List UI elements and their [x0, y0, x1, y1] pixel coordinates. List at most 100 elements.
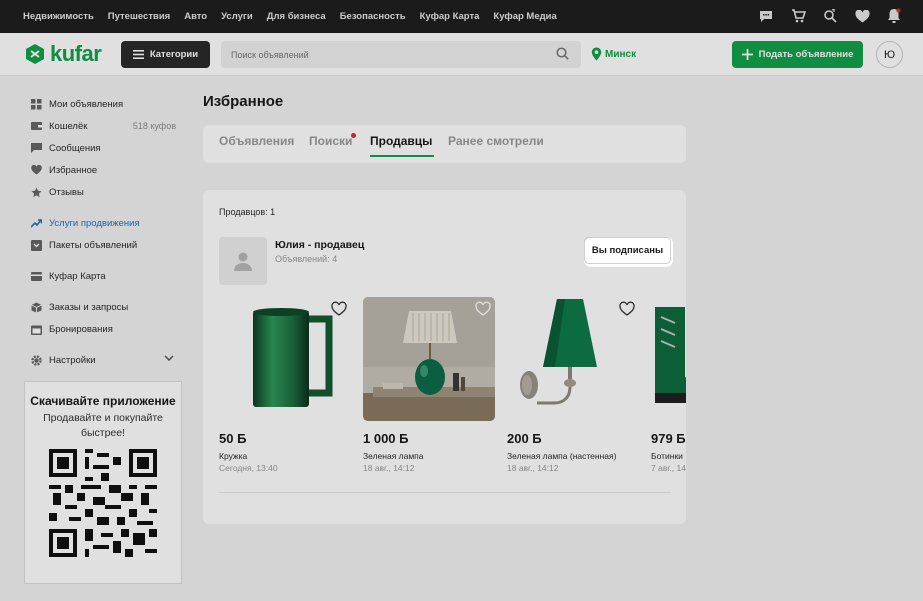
calendar-icon: [31, 324, 42, 335]
sidebar-item-label: Куфар Карта: [49, 270, 106, 282]
seller-items: 50 Б Кружка Сегодня, 13:40 1 000 Б Зелен…: [219, 297, 686, 487]
seller-avatar[interactable]: [219, 237, 267, 285]
qr-code: [49, 449, 157, 557]
logo-text: kufar: [50, 41, 102, 66]
sidebar: Мои объявления Кошелёк 518 куфов Сообщен…: [24, 93, 182, 371]
sidebar-item-ad-packages[interactable]: Пакеты объявлений: [24, 234, 182, 256]
sidebar-item-wallet[interactable]: Кошелёк 518 куфов: [24, 115, 182, 137]
favorite-heart-icon[interactable]: [475, 301, 491, 317]
item-title[interactable]: Ботинки: [651, 451, 686, 461]
search-input[interactable]: [221, 41, 581, 68]
seller-name[interactable]: Юлия - продавец: [275, 239, 364, 251]
top-nav-item[interactable]: Для бизнеса: [267, 11, 326, 22]
item-title[interactable]: Кружка: [219, 451, 351, 461]
compare-icon[interactable]: [821, 7, 839, 25]
list-item[interactable]: 1 000 Б Зеленая лампа 18 авг., 14:12: [363, 297, 495, 473]
tab-ads[interactable]: Объявления: [219, 134, 294, 148]
item-date: Сегодня, 13:40: [219, 463, 278, 473]
item-image[interactable]: [507, 297, 639, 421]
top-nav-item[interactable]: Авто: [184, 11, 207, 22]
wallet-balance: 518 куфов: [132, 121, 176, 131]
sidebar-item-label: Заказы и запросы: [49, 301, 129, 313]
categories-button[interactable]: Категории: [121, 41, 210, 68]
sidebar-item-label: Избранное: [49, 164, 98, 176]
top-nav-item[interactable]: Куфар Медиа: [493, 11, 556, 22]
sidebar-item-reviews[interactable]: Отзывы: [24, 181, 182, 203]
favorite-heart-icon[interactable]: [619, 301, 635, 317]
list-item[interactable]: 979 Б Ботинки 7 авг., 14:12: [651, 297, 686, 473]
sidebar-item-bookings[interactable]: Бронирования: [24, 318, 182, 340]
item-date: 7 авг., 14:12: [651, 463, 686, 473]
top-nav: Недвижимость Путешествия Авто Услуги Для…: [23, 11, 571, 22]
app-promo-title: Скачивайте приложение: [30, 394, 176, 408]
item-image[interactable]: [651, 297, 686, 421]
notification-dot: [351, 133, 356, 138]
app-promo-subtitle: Продавайте и покупайте быстрее!: [43, 412, 163, 439]
user-placeholder-icon: [234, 252, 252, 271]
logo[interactable]: kufar: [24, 41, 102, 67]
tab-recently-viewed[interactable]: Ранее смотрели: [448, 134, 544, 148]
gear-icon: [31, 354, 42, 366]
search-icon[interactable]: [556, 47, 569, 60]
top-nav-item[interactable]: Безопасность: [340, 11, 406, 22]
sidebar-item-my-ads[interactable]: Мои объявления: [24, 93, 182, 115]
item-price: 200 Б: [507, 431, 542, 446]
sidebar-item-label: Мои объявления: [49, 98, 124, 110]
list-item[interactable]: 50 Б Кружка Сегодня, 13:40: [219, 297, 351, 473]
top-nav-item[interactable]: Недвижимость: [23, 11, 94, 22]
subscribed-button[interactable]: Вы подписаны: [584, 237, 671, 264]
item-price: 50 Б: [219, 431, 247, 446]
user-avatar[interactable]: Ю: [876, 41, 903, 68]
sidebar-item-label: Сообщения: [49, 142, 101, 154]
message-icon: [31, 143, 42, 154]
grid-icon: [31, 98, 42, 110]
bell-icon[interactable]: [885, 7, 903, 25]
sidebar-item-label: Бронирования: [49, 323, 113, 335]
categories-label: Категории: [149, 49, 199, 60]
item-title[interactable]: Зеленая лампа (настенная): [507, 451, 639, 461]
star-icon: [31, 187, 42, 198]
sidebar-item-label: Кошелёк: [49, 120, 88, 132]
top-nav-item[interactable]: Услуги: [221, 11, 253, 22]
favorite-heart-icon[interactable]: [331, 301, 347, 317]
trend-icon: [31, 218, 42, 229]
top-bar: Недвижимость Путешествия Авто Услуги Для…: [0, 0, 923, 33]
item-price: 979 Б: [651, 431, 686, 446]
post-ad-button[interactable]: Подать объявление: [732, 41, 863, 68]
item-image[interactable]: [363, 297, 495, 421]
sidebar-item-messages[interactable]: Сообщения: [24, 137, 182, 159]
chevron-down-icon[interactable]: [164, 355, 174, 361]
sidebar-item-orders[interactable]: Заказы и запросы: [24, 296, 182, 318]
item-title[interactable]: Зеленая лампа: [363, 451, 495, 461]
heart-icon: [31, 165, 42, 176]
list-item[interactable]: 200 Б Зеленая лампа (настенная) 18 авг.,…: [507, 297, 639, 473]
plus-icon: [741, 49, 753, 60]
sidebar-item-settings[interactable]: Настройки: [24, 349, 182, 371]
item-price: 1 000 Б: [363, 431, 409, 446]
top-nav-item[interactable]: Путешествия: [108, 11, 170, 22]
sellers-panel: Продавцов: 1 Юлия - продавец Объявлений:…: [203, 190, 686, 524]
sidebar-item-promo-services[interactable]: Услуги продвижения: [24, 212, 182, 234]
sidebar-item-label: Отзывы: [49, 186, 84, 198]
wallet-icon: [31, 121, 42, 132]
sidebar-item-label: Услуги продвижения: [49, 217, 140, 229]
sidebar-item-favorites[interactable]: Избранное: [24, 159, 182, 181]
menu-icon: [132, 50, 144, 59]
top-nav-item[interactable]: Куфар Карта: [420, 11, 480, 22]
item-image[interactable]: [219, 297, 351, 421]
card-icon: [31, 271, 42, 282]
sellers-count: Продавцов: 1: [219, 207, 276, 217]
post-ad-label: Подать объявление: [758, 49, 854, 60]
app-promo: Скачивайте приложение Продавайте и покуп…: [24, 381, 182, 584]
item-date: 18 авг., 14:12: [363, 463, 415, 473]
tab-sellers[interactable]: Продавцы: [370, 134, 432, 148]
heart-icon[interactable]: [853, 7, 871, 25]
box-icon: [31, 302, 42, 313]
cart-icon[interactable]: [789, 7, 807, 25]
tab-searches[interactable]: Поиски: [309, 134, 352, 148]
sidebar-item-kufar-card[interactable]: Куфар Карта: [24, 265, 182, 287]
favorites-tabs: Объявления Поиски Продавцы Ранее смотрел…: [203, 125, 686, 163]
header: kufar Категории Минск Подать объявление …: [0, 33, 923, 76]
chat-icon[interactable]: [757, 7, 775, 25]
city-selector[interactable]: Минск: [591, 47, 636, 61]
